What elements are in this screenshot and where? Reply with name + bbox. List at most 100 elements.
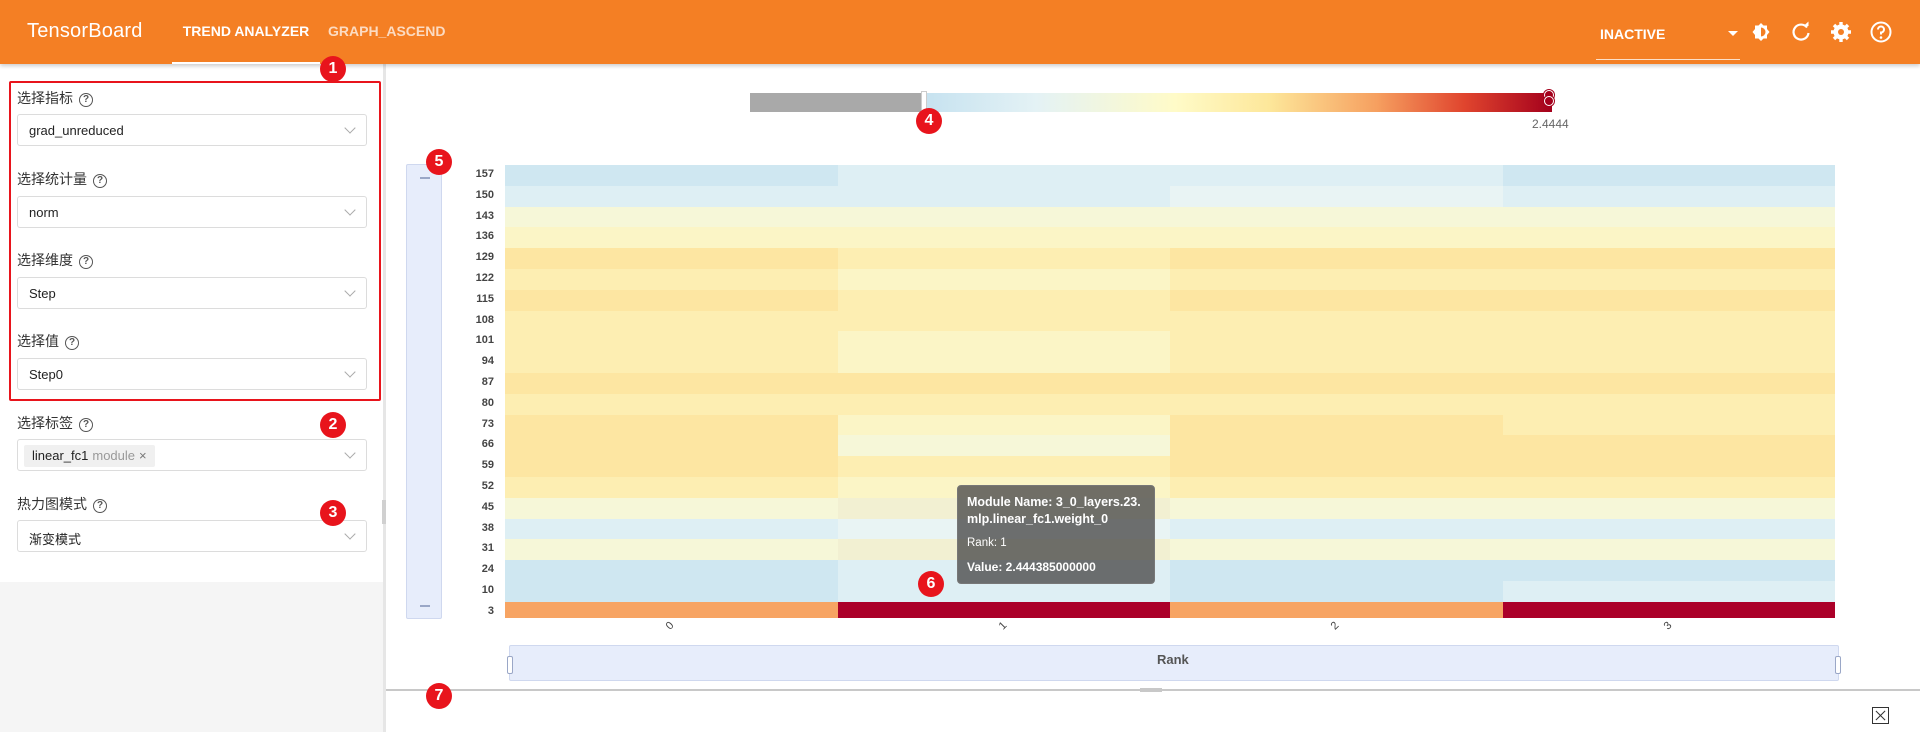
x-zoom-right-handle[interactable] xyxy=(1835,656,1841,674)
heatmap-cell[interactable] xyxy=(505,227,838,249)
heatmap-cell[interactable] xyxy=(1170,269,1503,291)
heatmap-cell[interactable] xyxy=(837,206,1170,228)
heatmap-cell[interactable] xyxy=(1502,581,1835,602)
help-circle-icon[interactable]: ? xyxy=(65,336,79,350)
heatmap-cell[interactable] xyxy=(1502,206,1835,228)
heatmap-cell[interactable] xyxy=(837,373,1170,395)
heatmap-cell[interactable] xyxy=(1502,227,1835,249)
heatmap-cell[interactable] xyxy=(1170,581,1503,602)
heatmap-cell[interactable] xyxy=(1502,310,1835,332)
heatmap-cell[interactable] xyxy=(1502,560,1835,582)
heatmap-cell[interactable] xyxy=(1502,269,1835,291)
heatmap-cell[interactable] xyxy=(505,435,838,457)
heatmap-cell[interactable] xyxy=(1170,185,1503,208)
heatmap-cell[interactable] xyxy=(1170,310,1503,332)
heatmap-cell[interactable] xyxy=(505,560,838,582)
heatmap-cell[interactable] xyxy=(837,331,1170,353)
dimension-select[interactable]: Step xyxy=(17,277,367,309)
heatmap-grid[interactable] xyxy=(505,165,1835,618)
heatmap-cell[interactable] xyxy=(505,601,838,618)
heatmap-cell[interactable] xyxy=(505,331,838,353)
heatmap-cell[interactable] xyxy=(505,165,838,187)
heatmap-cell[interactable] xyxy=(837,185,1170,208)
heatmap-cell[interactable] xyxy=(1502,601,1835,618)
heatmap-cell[interactable] xyxy=(1170,497,1503,520)
chip-remove-icon[interactable]: × xyxy=(139,448,147,463)
x-zoom-left-handle[interactable] xyxy=(507,656,513,674)
heatmap-cell[interactable] xyxy=(1502,518,1835,540)
heatmap-cell[interactable] xyxy=(1170,289,1503,312)
close-icon[interactable] xyxy=(1872,707,1889,724)
heatmap-cell[interactable] xyxy=(837,456,1170,478)
heatmap-cell[interactable] xyxy=(837,601,1170,618)
heatmap-cell[interactable] xyxy=(1502,289,1835,312)
heatmap-cell[interactable] xyxy=(1170,435,1503,457)
metric-select[interactable]: grad_unreduced xyxy=(17,114,367,146)
heatmap-cell[interactable] xyxy=(837,165,1170,187)
heatmap-cell[interactable] xyxy=(837,310,1170,332)
statistic-select[interactable]: norm xyxy=(17,196,367,228)
heatmap-cell[interactable] xyxy=(505,456,838,478)
help-circle-icon[interactable]: ? xyxy=(79,418,93,432)
heatmap-cell[interactable] xyxy=(1502,456,1835,478)
help-circle-icon[interactable]: ? xyxy=(79,255,93,269)
heatmap-cell[interactable] xyxy=(837,435,1170,457)
heatmap-mode-select[interactable]: 渐变模式 xyxy=(17,520,367,552)
heatmap-cell[interactable] xyxy=(1502,165,1835,187)
heatmap-cell[interactable] xyxy=(1170,518,1503,540)
heatmap-cell[interactable] xyxy=(1502,414,1835,436)
heatmap-cell[interactable] xyxy=(837,248,1170,270)
heatmap-cell[interactable] xyxy=(505,289,838,312)
heatmap-cell[interactable] xyxy=(505,206,838,228)
heatmap-cell[interactable] xyxy=(837,289,1170,312)
heatmap-cell[interactable] xyxy=(505,518,838,540)
heatmap-cell[interactable] xyxy=(1502,352,1835,374)
heatmap-cell[interactable] xyxy=(1502,373,1835,395)
heatmap-cell[interactable] xyxy=(505,352,838,374)
tab-graph-ascend[interactable]: GRAPH_ASCEND xyxy=(328,0,445,64)
heatmap-cell[interactable] xyxy=(505,581,838,602)
split-handle[interactable] xyxy=(382,500,386,524)
refresh-icon[interactable] xyxy=(1789,20,1813,44)
heatmap-cell[interactable] xyxy=(1502,435,1835,457)
heatmap-cell[interactable] xyxy=(1502,393,1835,416)
heatmap-cell[interactable] xyxy=(1502,477,1835,499)
heatmap-cell[interactable] xyxy=(1170,393,1503,416)
heatmap-cell[interactable] xyxy=(1502,248,1835,270)
help-circle-icon[interactable]: ? xyxy=(79,93,93,107)
heatmap-cell[interactable] xyxy=(1170,560,1503,582)
colorbar-max-handle-lower[interactable] xyxy=(1544,96,1554,106)
heatmap-cell[interactable] xyxy=(1502,497,1835,520)
heatmap-cell[interactable] xyxy=(1502,185,1835,208)
heatmap-cell[interactable] xyxy=(505,477,838,499)
heatmap-cell[interactable] xyxy=(1170,601,1503,618)
dim-value-select[interactable]: Step0 xyxy=(17,358,367,390)
heatmap-cell[interactable] xyxy=(837,352,1170,374)
heatmap-cell[interactable] xyxy=(505,269,838,291)
heatmap-cell[interactable] xyxy=(837,269,1170,291)
heatmap-cell[interactable] xyxy=(505,373,838,395)
tag-select[interactable]: linear_fc1 module × xyxy=(17,439,367,471)
heatmap-cell[interactable] xyxy=(1170,165,1503,187)
heatmap-cell[interactable] xyxy=(1170,414,1503,436)
heatmap-cell[interactable] xyxy=(1170,539,1503,561)
tab-trend-analyzer[interactable]: TREND ANALYZER xyxy=(172,0,320,64)
help-circle-icon[interactable]: ? xyxy=(93,499,107,513)
heatmap-cell[interactable] xyxy=(1502,331,1835,353)
y-axis-zoom-slider[interactable] xyxy=(406,164,442,619)
heatmap-cell[interactable] xyxy=(1170,331,1503,353)
bottom-divider-grip[interactable] xyxy=(1140,688,1162,692)
heatmap-cell[interactable] xyxy=(1170,456,1503,478)
heatmap-cell[interactable] xyxy=(837,581,1170,602)
heatmap-cell[interactable] xyxy=(1170,248,1503,270)
heatmap-cell[interactable] xyxy=(1170,373,1503,395)
heatmap-cell[interactable] xyxy=(1170,206,1503,228)
heatmap-cell[interactable] xyxy=(1502,539,1835,561)
heatmap-cell[interactable] xyxy=(837,414,1170,436)
run-select[interactable]: INACTIVE xyxy=(1596,14,1740,60)
heatmap-cell[interactable] xyxy=(505,414,838,436)
heatmap-cell[interactable] xyxy=(837,393,1170,416)
heatmap-cell[interactable] xyxy=(837,227,1170,249)
heatmap-cell[interactable] xyxy=(505,497,838,520)
y-zoom-top-grip[interactable] xyxy=(420,177,430,179)
